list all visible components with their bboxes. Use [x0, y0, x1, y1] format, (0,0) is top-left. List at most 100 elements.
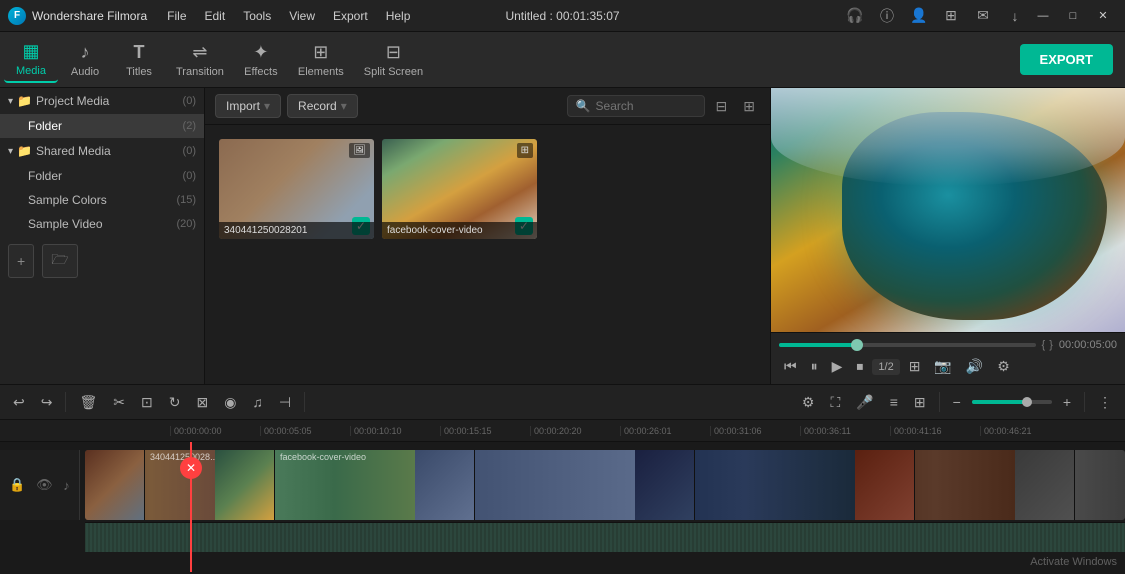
- step-back-button[interactable]: ⏮: [779, 355, 802, 378]
- menu-export[interactable]: Export: [325, 5, 376, 27]
- menu-file[interactable]: File: [159, 5, 194, 27]
- playhead[interactable]: ✕: [190, 442, 192, 572]
- menu-view[interactable]: View: [281, 5, 323, 27]
- eye-button[interactable]: 👁: [36, 477, 53, 493]
- snapshot-tl-button[interactable]: ⊞: [909, 391, 931, 414]
- audio-track-btn[interactable]: ♪: [63, 478, 70, 493]
- media-item-village[interactable]: 🖼 ✓ 340441250028201: [219, 139, 374, 239]
- playhead-handle[interactable]: ✕: [180, 457, 202, 479]
- toolbar-effects[interactable]: ✦ Effects: [234, 38, 288, 82]
- rotate-button[interactable]: ↻: [164, 391, 186, 414]
- filter-button[interactable]: ⊟: [711, 95, 733, 118]
- preview-slider-row: { } 00:00:05:00: [779, 339, 1117, 351]
- track-segment-sun[interactable]: [635, 450, 855, 520]
- audio-button[interactable]: 🔊: [961, 355, 988, 378]
- sidebar-shared-folder-label: Folder: [28, 169, 62, 183]
- mail-icon[interactable]: ✉: [969, 4, 997, 28]
- toolbar-effects-label: Effects: [244, 66, 277, 78]
- play-button[interactable]: ▶: [827, 355, 848, 378]
- close-button[interactable]: ✕: [1089, 6, 1117, 26]
- out-marker[interactable]: }: [1049, 339, 1053, 351]
- info-icon[interactable]: ⓘ: [873, 4, 901, 28]
- track-segment-fire[interactable]: [855, 450, 1015, 520]
- sidebar-item-folder[interactable]: Folder (2): [0, 114, 204, 138]
- grid-view-button[interactable]: ⊞: [738, 95, 760, 118]
- menu-help[interactable]: Help: [378, 5, 419, 27]
- audio-mix-button[interactable]: ♫: [247, 391, 268, 413]
- stop-button[interactable]: ⏹: [851, 355, 868, 378]
- sidebar-shared-folder-count: (0): [183, 170, 196, 182]
- toolbar-titles[interactable]: T Titles: [112, 38, 166, 82]
- redo-button[interactable]: ↪: [36, 391, 58, 414]
- minimize-button[interactable]: —: [1029, 6, 1057, 26]
- media-item-aerial[interactable]: ⊞ ✓ facebook-cover-video: [382, 139, 537, 239]
- sidebar-item-shared-folder[interactable]: Folder (0): [0, 164, 204, 188]
- split-button[interactable]: ⊣: [274, 391, 296, 414]
- toolbar-transition[interactable]: ⇌ Transition: [166, 38, 234, 82]
- in-marker[interactable]: {: [1042, 339, 1046, 351]
- sidebar-item-sample-video[interactable]: Sample Video (20): [0, 212, 204, 236]
- lock-button[interactable]: 🔒: [9, 477, 25, 493]
- delete-button[interactable]: 🗑: [74, 391, 102, 414]
- search-input[interactable]: [596, 99, 696, 113]
- preview-progress-track[interactable]: [779, 343, 1036, 347]
- marker-button[interactable]: ⛶: [825, 391, 845, 414]
- toolbar-splitscreen[interactable]: ⊟ Split Screen: [354, 38, 433, 82]
- settings-button[interactable]: ⚙: [992, 355, 1015, 378]
- sidebar-group-shared-media[interactable]: ▾ 📁 Shared Media (0): [0, 138, 204, 164]
- color-button[interactable]: ◉: [219, 391, 241, 414]
- media-grid: 🖼 ✓ 340441250028201 ⊞ ✓ facebook-cover-v…: [205, 125, 770, 384]
- toolbar-media-label: Media: [16, 65, 46, 77]
- subtitle-button[interactable]: ≡: [885, 391, 903, 413]
- devices-icon[interactable]: ⊞: [937, 4, 965, 28]
- zoom-fill: [972, 400, 1027, 404]
- preview-progress-fill: [779, 343, 856, 347]
- track-segment-aerial[interactable]: facebook-cover-video: [215, 450, 415, 520]
- settings-icon[interactable]: ⚙: [797, 391, 820, 414]
- preview-controls: { } 00:00:05:00 ⏮ ⏸ ▶ ⏹ 1/2 ⊞ 📷 🔊 ⚙: [771, 332, 1125, 384]
- zoom-out-button[interactable]: −: [948, 391, 966, 413]
- toolbar-titles-label: Titles: [126, 66, 152, 78]
- crop-button[interactable]: ⊡: [136, 391, 158, 414]
- toolbar-elements[interactable]: ⊞ Elements: [288, 38, 354, 82]
- import-dropdown-icon[interactable]: ▾: [264, 99, 270, 113]
- more-button[interactable]: ⋮: [1093, 391, 1117, 414]
- add-folder-button[interactable]: +: [8, 244, 34, 278]
- sidebar-project-media-count: (0): [183, 95, 196, 107]
- toolbar-audio[interactable]: ♪ Audio: [58, 38, 112, 82]
- pause-button[interactable]: ⏸: [806, 355, 823, 378]
- record-label: Record: [298, 99, 337, 113]
- headphone-icon[interactable]: 🎧: [841, 4, 869, 28]
- speed-control[interactable]: 1/2: [872, 359, 899, 375]
- menu-edit[interactable]: Edit: [197, 5, 234, 27]
- toolbar-media[interactable]: ▦ Media: [4, 37, 58, 83]
- record-button[interactable]: Record ▾: [287, 94, 358, 118]
- preview-cloud-overlay: [771, 88, 1125, 186]
- export-button[interactable]: EXPORT: [1020, 44, 1113, 75]
- sidebar-group-project-media[interactable]: ▾ 📁 Project Media (0): [0, 88, 204, 114]
- download-icon[interactable]: ↓: [1001, 4, 1029, 28]
- menu-tools[interactable]: Tools: [235, 5, 279, 27]
- zoom-thumb[interactable]: [1022, 397, 1032, 407]
- sidebar: ▾ 📁 Project Media (0) Folder (2) ▾ 📁 Sha…: [0, 88, 205, 384]
- cut-button[interactable]: ✂: [108, 391, 130, 414]
- ruler-mark-4: 00:00:20:20: [530, 426, 620, 436]
- voice-button[interactable]: 🎤: [851, 391, 878, 414]
- zoom-in-button[interactable]: +: [1058, 391, 1076, 413]
- snapshot-button[interactable]: 📷: [929, 355, 956, 378]
- track-segment-smoke[interactable]: [1015, 450, 1125, 520]
- track-segment-mountain[interactable]: [415, 450, 635, 520]
- account-icon[interactable]: 👤: [905, 4, 933, 28]
- preview-progress-thumb[interactable]: [851, 339, 863, 351]
- ruler-mark-1: 00:00:05:05: [260, 426, 350, 436]
- fullscreen-button[interactable]: ⊞: [904, 355, 926, 378]
- maximize-button[interactable]: □: [1059, 6, 1087, 26]
- record-dropdown-icon[interactable]: ▾: [341, 99, 347, 113]
- undo-button[interactable]: ↩: [8, 391, 30, 414]
- zoom-slider[interactable]: [972, 400, 1052, 404]
- zoom-button[interactable]: ⊠: [191, 391, 213, 414]
- sidebar-item-sample-colors[interactable]: Sample Colors (15): [0, 188, 204, 212]
- import-button[interactable]: Import ▾: [215, 94, 281, 118]
- audio-waveform: [85, 523, 1125, 552]
- open-folder-button[interactable]: 🗁: [42, 244, 77, 278]
